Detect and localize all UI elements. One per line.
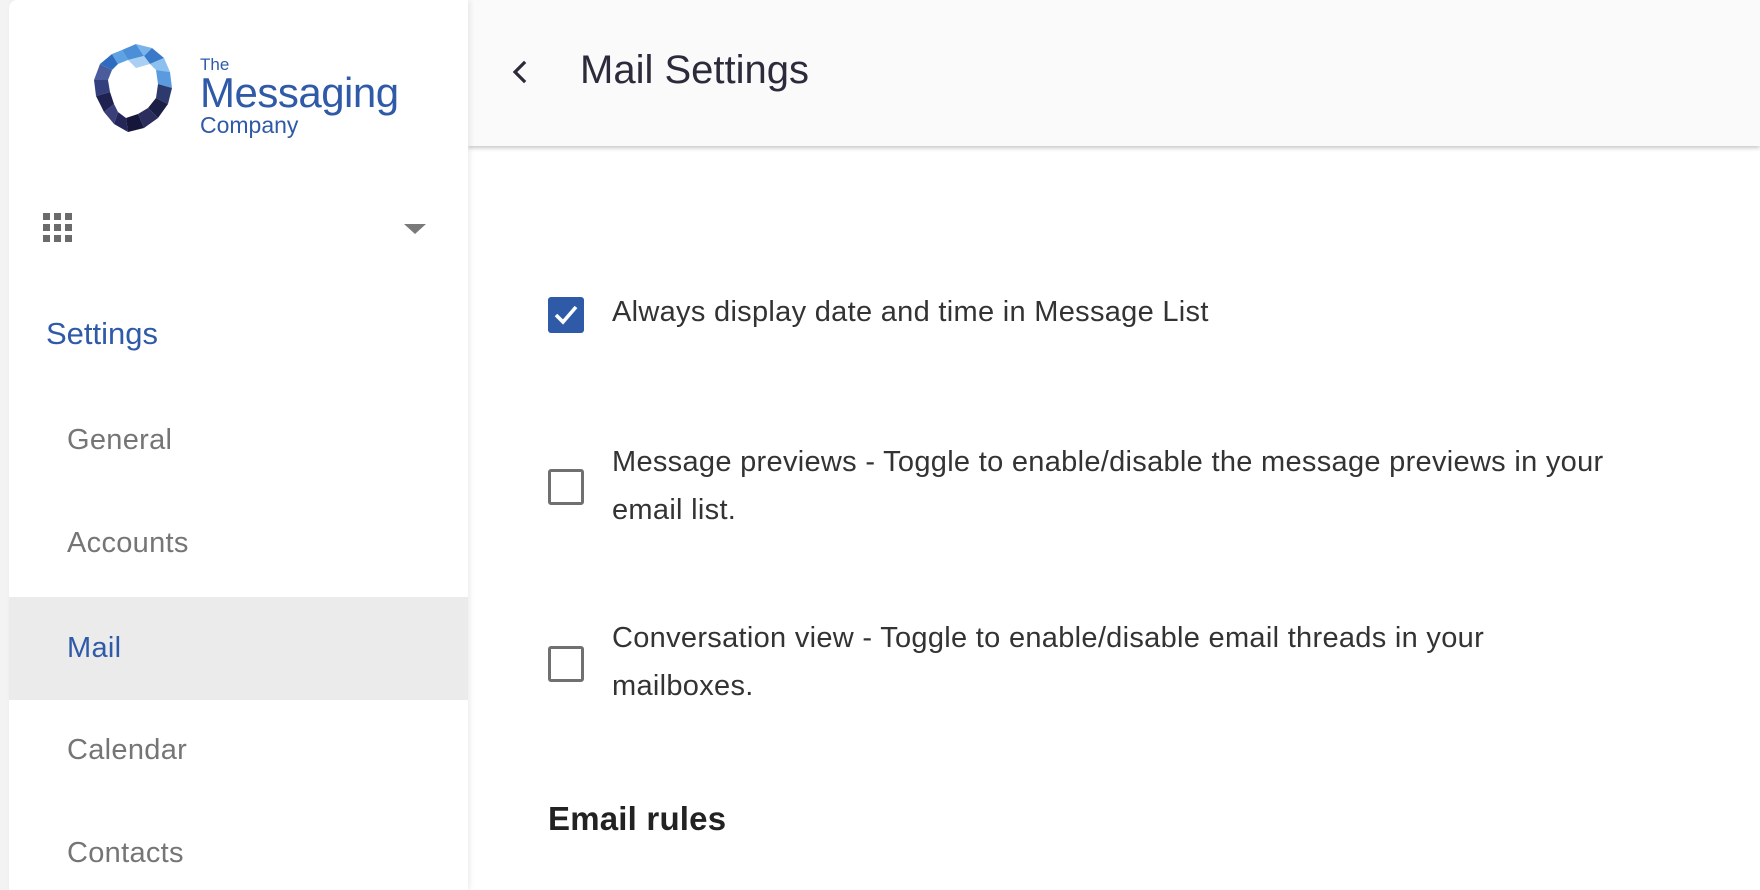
- back-button[interactable]: [500, 52, 540, 92]
- caret-down-icon: [404, 224, 426, 234]
- sidebar-item-contacts[interactable]: Contacts: [9, 802, 468, 890]
- message-previews-checkbox[interactable]: [548, 469, 584, 505]
- sidebar-item-calendar[interactable]: Calendar: [9, 699, 468, 802]
- chevron-left-icon: [512, 60, 527, 84]
- app-switcher-dropdown[interactable]: [9, 200, 468, 260]
- sidebar-item-mail[interactable]: Mail: [9, 597, 468, 700]
- sidebar-item-label: Calendar: [67, 734, 188, 766]
- sidebar-item-label: Contacts: [67, 837, 184, 869]
- sidebar-item-label: Mail: [67, 632, 122, 664]
- page-title: Mail Settings: [580, 48, 809, 92]
- option-label: Message previews - Toggle to enable/disa…: [612, 446, 1604, 526]
- sidebar-item-general[interactable]: General: [9, 389, 468, 492]
- always-display-date-checkbox[interactable]: [548, 297, 584, 333]
- app-window: The Messaging Company Settings General A…: [0, 0, 1760, 890]
- sidebar-item-label: General: [67, 424, 173, 456]
- page-header: Mail Settings: [468, 0, 1760, 146]
- logo-text-line3: Company: [200, 112, 299, 138]
- section-heading-email-rules: Email rules: [548, 800, 727, 837]
- sidebar-item-label: Accounts: [67, 527, 189, 559]
- conversation-view-checkbox[interactable]: [548, 646, 584, 682]
- main-content: Always display date and time in Message …: [468, 146, 1760, 890]
- option-label: Always display date and time in Message …: [612, 296, 1209, 328]
- app-grid-icon: [43, 213, 77, 247]
- sidebar-item-accounts[interactable]: Accounts: [9, 492, 468, 595]
- option-label: Conversation view - Toggle to enable/dis…: [612, 622, 1485, 702]
- sidebar-heading: Settings: [46, 316, 159, 351]
- logo-mark-icon: [94, 44, 172, 132]
- sidebar: The Messaging Company Settings General A…: [9, 0, 468, 890]
- logo-wordmark: The Messaging Company: [200, 56, 399, 137]
- logo-text-line2: Messaging: [200, 69, 399, 116]
- company-logo: The Messaging Company: [84, 42, 414, 148]
- checkmark-icon: [554, 305, 578, 325]
